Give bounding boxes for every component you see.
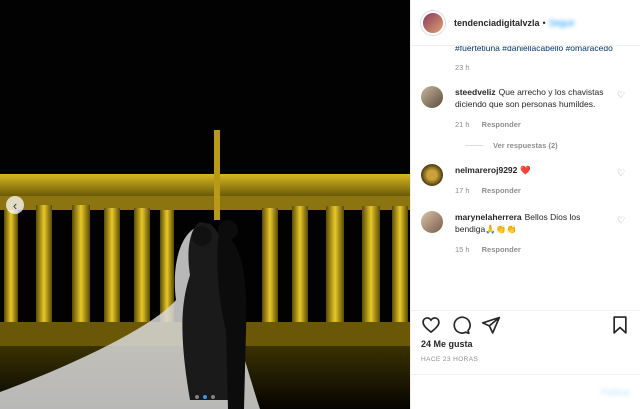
author-avatar[interactable] — [421, 10, 445, 35]
comment-username[interactable]: steedveliz — [455, 87, 496, 97]
like-comment-heart-icon[interactable]: ♡ — [617, 91, 626, 100]
reply-button[interactable]: Responder — [482, 185, 521, 197]
reply-button[interactable]: Responder — [482, 119, 521, 131]
follow-button[interactable]: Seguir — [549, 18, 575, 28]
carousel-indicator — [0, 395, 410, 399]
comments-list[interactable]: #fuertetiuna #daniellacabello #omaracedo… — [411, 46, 640, 306]
like-comment-heart-icon[interactable]: ♡ — [617, 169, 626, 178]
post-timestamp: HACE 23 HORAS — [421, 356, 479, 363]
comment-avatar[interactable] — [421, 86, 443, 108]
comment-text: ❤️ — [520, 165, 531, 175]
post-header: tendenciadigitalvzla • Seguir — [411, 0, 640, 46]
comment-icon[interactable] — [451, 315, 471, 335]
view-replies-label: Ver respuestas (2) — [493, 141, 558, 150]
comment-time: 15 h — [455, 245, 470, 254]
post-photo[interactable]: ‹ — [0, 0, 410, 409]
comment-username[interactable]: nelmareroj9292 — [455, 165, 517, 175]
comment-item: marynelaherrera Bellos Dios los bendiga🙏👏… — [421, 211, 630, 256]
comment-meta: 17 h Responder — [455, 185, 612, 197]
caption-hashtags[interactable]: #fuertetiuna #daniellacabello #omaracedo — [421, 46, 630, 54]
comment-username[interactable]: marynelaherrera — [455, 212, 522, 222]
caption-meta: 23 h — [421, 63, 630, 72]
carousel-dot — [211, 395, 215, 399]
carousel-dot-active — [203, 395, 207, 399]
heart-icon[interactable] — [421, 315, 441, 335]
carousel-dot — [195, 395, 199, 399]
bookmark-icon[interactable] — [610, 315, 630, 335]
comment-meta: 21 h Responder — [455, 119, 612, 131]
comment-time: 21 h — [455, 120, 470, 129]
share-icon[interactable] — [481, 315, 501, 335]
like-comment-heart-icon[interactable]: ♡ — [617, 216, 626, 225]
comment-meta: 15 h Responder — [455, 244, 612, 256]
post-actions — [411, 310, 640, 338]
wedding-photo-illustration — [0, 0, 410, 409]
likes-count[interactable]: 24 Me gusta — [421, 339, 473, 349]
header-separator: • — [542, 17, 546, 28]
add-comment-bar[interactable]: Publicar — [411, 374, 640, 409]
view-replies-button[interactable]: Ver respuestas (2) — [465, 141, 630, 150]
author-username[interactable]: tendenciadigitalvzla — [454, 18, 540, 28]
reply-button[interactable]: Responder — [482, 244, 521, 256]
comment-item: nelmareroj9292 ❤️ 17 h Responder ♡ — [421, 164, 630, 197]
publish-button[interactable]: Publicar — [601, 388, 630, 397]
post-sidebar: tendenciadigitalvzla • Seguir #fuertetiu… — [410, 0, 640, 409]
caption-time: 23 h — [455, 63, 470, 72]
carousel-prev-button[interactable]: ‹ — [6, 196, 24, 214]
comment-avatar[interactable] — [421, 211, 443, 233]
comment-time: 17 h — [455, 186, 470, 195]
comment-item: steedveliz Que arrecho y los chavistas di… — [421, 86, 630, 131]
comment-avatar[interactable] — [421, 164, 443, 186]
